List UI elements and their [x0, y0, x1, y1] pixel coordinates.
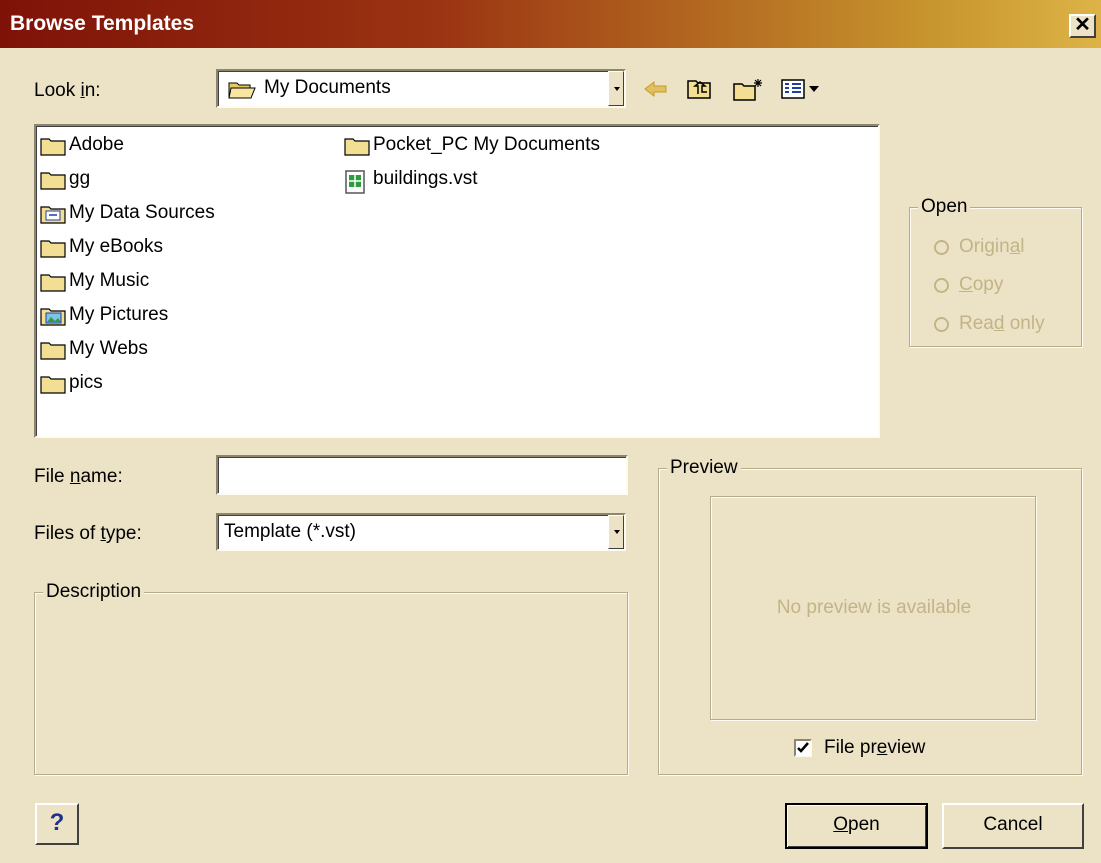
list-item-label: pics [69, 372, 103, 393]
description-groupbox: Description [34, 581, 628, 775]
list-item-label: gg [69, 168, 91, 189]
cancel-button-label: Cancel [983, 814, 1043, 835]
visio-template-file-icon [344, 169, 370, 194]
radio-read-only-label: Read only [959, 313, 1045, 334]
list-item[interactable]: My Webs [40, 335, 148, 363]
lookin-value: My Documents [264, 77, 391, 98]
filetype-combobox[interactable]: Template (*.vst) [216, 513, 626, 551]
open-button-label: Open [833, 814, 880, 835]
folder-icon [40, 340, 66, 360]
open-button[interactable]: Open [785, 803, 928, 849]
lookin-label-post: n: [84, 80, 101, 101]
lookin-label: Look in: [34, 80, 101, 102]
preview-legend: Preview [667, 457, 741, 479]
close-icon: ✕ [1074, 14, 1091, 36]
folder-icon [40, 272, 66, 292]
checkmark-icon [797, 742, 809, 753]
cancel-button[interactable]: Cancel [942, 803, 1084, 849]
back-arrow-icon[interactable] [643, 78, 669, 100]
radio-circle-icon [934, 239, 949, 255]
list-item[interactable]: buildings.vst [344, 165, 478, 194]
filetype-value: Template (*.vst) [224, 521, 356, 542]
list-item[interactable]: My Data Sources [40, 199, 215, 227]
filetype-dropdown-button[interactable] [608, 515, 624, 549]
radio-original-label: Original [959, 236, 1025, 257]
list-item-label: Pocket_PC My Documents [373, 134, 601, 155]
radio-copy-label: Copy [959, 274, 1004, 295]
list-item[interactable]: My Music [40, 267, 149, 295]
list-item-label: My Webs [69, 338, 148, 359]
list-item-label: My Pictures [69, 304, 169, 325]
create-new-folder-icon[interactable] [733, 78, 765, 101]
help-button[interactable]: ? [35, 803, 79, 845]
radio-copy[interactable]: Copy [934, 274, 1003, 296]
list-item[interactable]: My Pictures [40, 301, 168, 329]
open-folder-icon [228, 80, 256, 106]
no-preview-text: No preview is available [776, 597, 972, 618]
list-item[interactable]: Adobe [40, 131, 124, 159]
checkbox-box [794, 739, 812, 757]
list-item[interactable]: My eBooks [40, 233, 163, 261]
list-item-label: buildings.vst [373, 168, 478, 189]
radio-circle-icon [934, 277, 949, 293]
list-item-label: Adobe [69, 134, 124, 155]
folder-icon [40, 238, 66, 258]
file-preview-checkbox[interactable]: File preview [794, 737, 925, 759]
list-item-label: My Music [69, 270, 150, 291]
filename-input[interactable] [216, 455, 628, 495]
lookin-dropdown-button[interactable] [608, 71, 624, 106]
list-item-label: My Data Sources [69, 202, 215, 223]
lookin-combobox[interactable]: My Documents [216, 69, 626, 108]
lookin-label-pre: Look [34, 80, 81, 101]
up-one-level-icon[interactable] [687, 78, 713, 100]
title-bar: Browse Templates ✕ [0, 0, 1101, 48]
radio-read-only[interactable]: Read only [934, 313, 1045, 335]
filename-label: File name: [34, 466, 123, 487]
views-menu-icon[interactable] [781, 78, 821, 100]
preview-pane: No preview is available [710, 496, 1036, 720]
pictures-folder-icon [40, 306, 66, 326]
folder-icon [40, 136, 66, 156]
folder-icon [40, 374, 66, 394]
data-sources-folder-icon [40, 204, 66, 224]
help-icon: ? [49, 809, 65, 836]
list-item[interactable]: pics [40, 369, 103, 397]
folder-icon [40, 170, 66, 190]
close-button[interactable]: ✕ [1069, 14, 1096, 38]
list-item[interactable]: gg [40, 165, 90, 193]
list-item[interactable]: Pocket_PC My Documents [344, 131, 600, 159]
description-legend: Description [43, 581, 145, 603]
folder-icon [344, 136, 370, 156]
filetype-label: Files of type: [34, 523, 142, 544]
radio-circle-icon [934, 316, 949, 332]
open-group-legend: Open [918, 196, 971, 218]
window-title: Browse Templates [10, 12, 195, 35]
file-preview-label: File preview [824, 737, 926, 758]
radio-original[interactable]: Original [934, 236, 1025, 258]
list-item-label: My eBooks [69, 236, 163, 257]
